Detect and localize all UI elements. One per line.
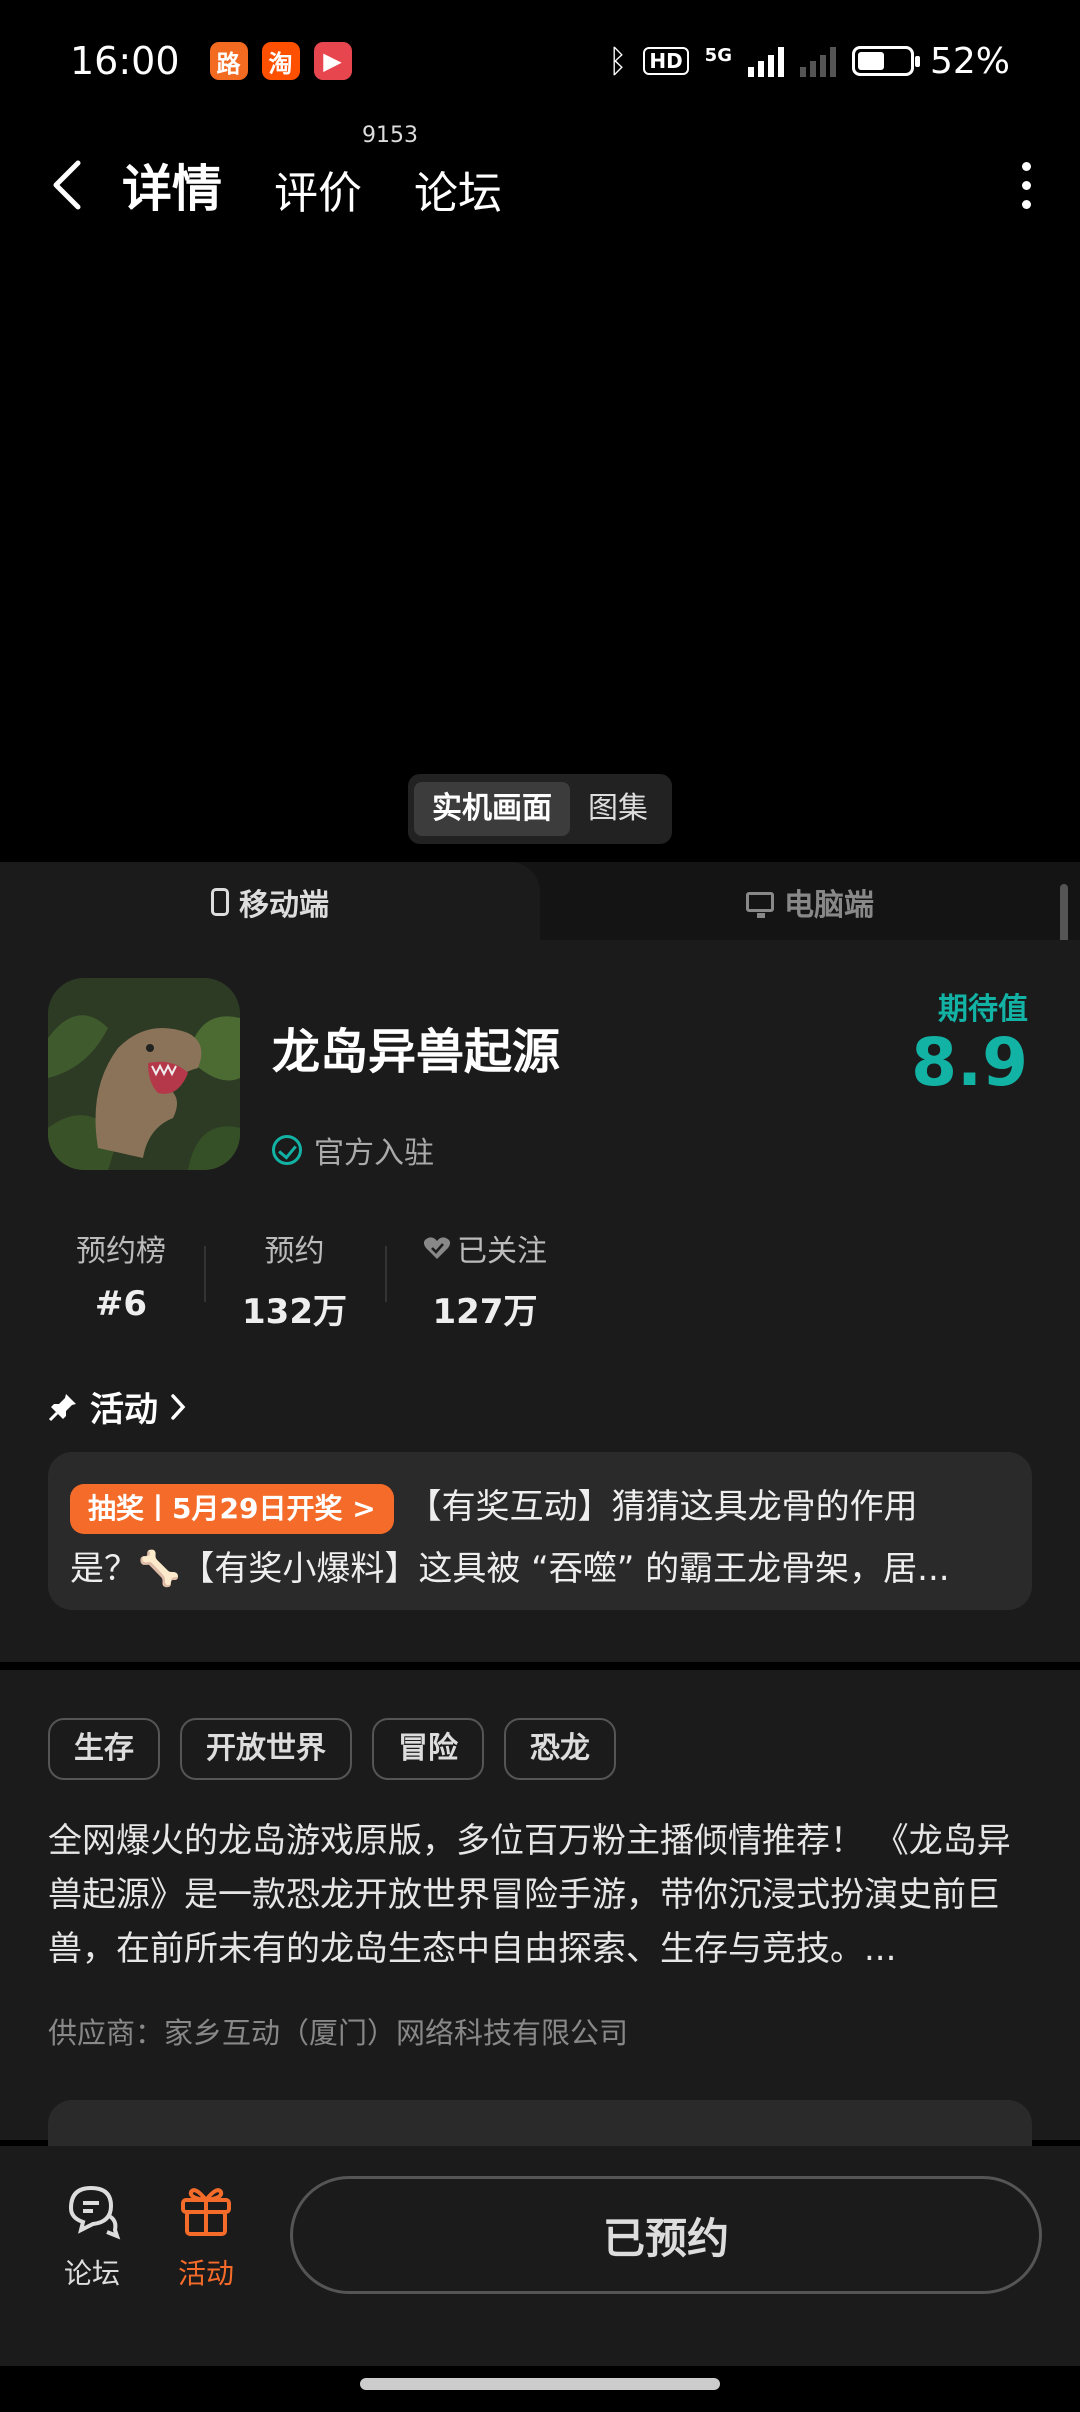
game-description-section: 生存 开放世界 冒险 恐龙 全网爆火的龙岛游戏原版，多位百万粉主播倾情推荐！ 《… [0,1670,1080,2160]
stats-row: 预约榜 #6 预约 132万 已关注 127万 [48,1226,585,1333]
official-label: 官方入驻 [314,1136,434,1171]
battery-percent: 52% [929,40,1010,82]
back-button[interactable] [50,155,90,215]
forum-label: 论坛 [63,2257,120,2290]
platform-tabs: 移动端 电脑端 [0,862,1080,942]
taobao-notification-icon: 淘 [261,42,300,80]
supplier-text: 供应商：家乡互动（厦门）网络科技有限公司 [48,2016,629,2050]
forum-icon [68,2185,121,2240]
status-bar: 16:00 路 淘 ▶ ᛒ HD 5G 52% [0,0,1080,122]
activity-banner[interactable]: 抽奖丨5月29日开奖 > 【有奖互动】猜猜这具龙骨的作用 是？🦴【有奖小爆料】这具… [48,1452,1032,1610]
expectation-score: 期待值 8.9 [911,984,1028,1096]
media-viewer[interactable]: 实机画面 图集 [0,240,1080,862]
verified-icon [272,1135,302,1165]
stat-reservations: 预约 132万 [204,1226,385,1333]
official-badge: 官方入驻 [272,1128,434,1172]
tag-chip[interactable]: 冒险 [372,1718,484,1780]
tag-chip[interactable]: 开放世界 [180,1718,352,1780]
video-notification-icon: ▶ [313,42,352,80]
tab-pc[interactable]: 电脑端 [540,862,1080,942]
expectation-label: 期待值 [938,992,1028,1027]
monitor-icon [746,892,774,918]
activity-label: 活动 [177,2257,234,2290]
signal-2-icon [799,45,836,77]
home-indicator[interactable] [360,2378,720,2390]
signal-icon [747,45,784,77]
app-notification-icon: 路 [209,42,248,80]
tab-details-label: 详情 [122,160,222,218]
game-description[interactable]: 全网爆火的龙岛游戏原版，多位百万粉主播倾情推荐！ 《龙岛异兽起源》是一款恐龙开放… [48,1814,1038,1976]
notification-icons: 路 淘 ▶ [209,42,352,80]
expectation-value: 8.9 [911,1024,1028,1101]
stat-follow-label: 已关注 [456,1234,547,1269]
game-app-icon [48,978,240,1170]
top-nav: 详情 评价 9153 论坛 [0,123,1080,240]
status-time: 16:00 [70,39,180,83]
hd-icon: HD [643,47,689,75]
stat-rank[interactable]: 预约榜 #6 [48,1226,204,1333]
stat-rank-value: #6 [94,1284,148,1324]
stat-reservations-value: 132万 [242,1292,347,1332]
game-title: 龙岛异兽起源 [272,1024,561,1080]
activity-text-line1: 【有奖互动】猜猜这具龙骨的作用 [407,1487,918,1527]
more-options-icon[interactable] [1016,161,1036,209]
tag-chip[interactable]: 恐龙 [504,1718,616,1780]
tab-forum-label: 论坛 [414,168,502,219]
tab-reviews[interactable]: 评价 9153 [274,123,418,221]
heart-check-icon [423,1237,451,1259]
chevron-right-icon [171,1393,186,1420]
tab-mobile[interactable]: 移动端 [0,862,540,942]
gift-icon [181,2188,231,2236]
review-count-badge: 9153 [362,123,418,148]
media-segment-control: 实机画面 图集 [408,774,672,844]
battery-icon [851,46,920,76]
stat-rank-label: 预约榜 [76,1234,166,1269]
bottom-action-bar: 论坛 活动 已预约 [0,2146,1080,2366]
segment-gallery[interactable]: 图集 [570,782,666,836]
stat-reservations-label: 预约 [264,1234,325,1269]
back-arrow-icon [53,160,81,210]
tab-details[interactable]: 详情 [116,149,228,225]
stat-follow[interactable]: 已关注 127万 [384,1226,585,1333]
bluetooth-icon: ᛒ [608,42,628,80]
activity-button[interactable]: 活动 [156,2178,256,2292]
tab-forum[interactable]: 论坛 [414,157,502,221]
phone-icon [211,888,229,916]
activity-header[interactable]: 活动 [48,1382,186,1431]
activity-heading: 活动 [90,1390,158,1430]
genre-tags: 生存 开放世界 冒险 恐龙 [48,1718,616,1780]
tab-reviews-label: 评价 [274,168,362,219]
tab-mobile-label: 移动端 [239,888,329,923]
network-label: 5G [704,44,732,66]
segment-gameplay[interactable]: 实机画面 [414,782,570,836]
activity-text-line2: 是？🦴【有奖小爆料】这具被 “吞噬” 的霸王龙骨架，居... [70,1549,950,1589]
tab-pc-label: 电脑端 [784,888,874,923]
tag-chip[interactable]: 生存 [48,1718,160,1780]
reserved-button[interactable]: 已预约 [290,2176,1042,2294]
lottery-tag[interactable]: 抽奖丨5月29日开奖 > [70,1483,394,1534]
pin-icon [48,1393,76,1421]
forum-button[interactable]: 论坛 [42,2178,142,2292]
game-info-card: 龙岛异兽起源 官方入驻 期待值 8.9 预约榜 #6 预约 132万 已关注 1… [0,940,1080,1662]
stat-follow-value: 127万 [432,1292,538,1332]
